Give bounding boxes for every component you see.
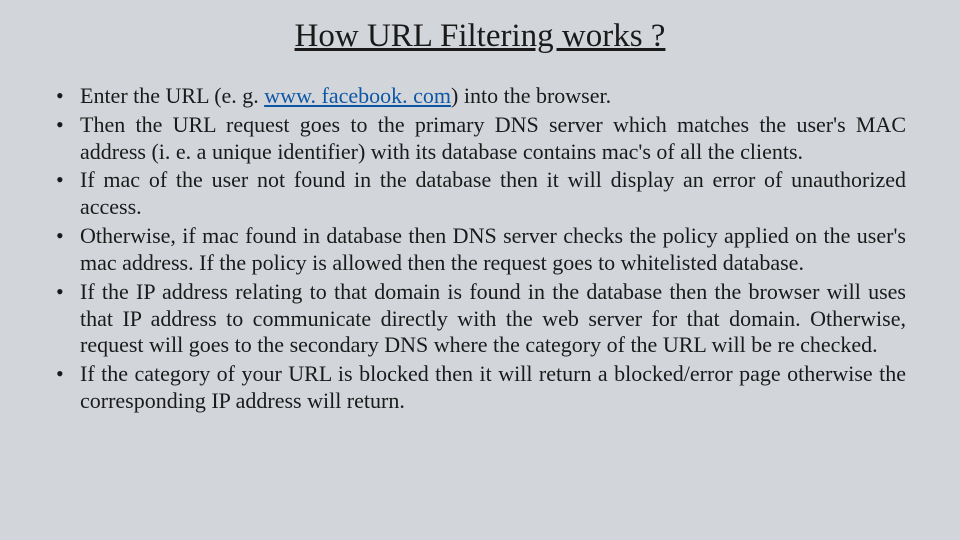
page-title: How URL Filtering works ? xyxy=(54,18,906,55)
bullet-text-prefix: Enter the URL (e. g. xyxy=(80,83,264,108)
list-item: If the IP address relating to that domai… xyxy=(54,279,906,359)
url-link[interactable]: www. facebook. com xyxy=(264,83,451,108)
list-item: Otherwise, if mac found in database then… xyxy=(54,223,906,277)
list-item: Then the URL request goes to the primary… xyxy=(54,112,906,166)
list-item: Enter the URL (e. g. www. facebook. com)… xyxy=(54,83,906,110)
bullet-text-suffix: ) into the browser. xyxy=(451,83,611,108)
bullet-list: Enter the URL (e. g. www. facebook. com)… xyxy=(54,83,906,415)
list-item: If mac of the user not found in the data… xyxy=(54,167,906,221)
list-item: If the category of your URL is blocked t… xyxy=(54,361,906,415)
